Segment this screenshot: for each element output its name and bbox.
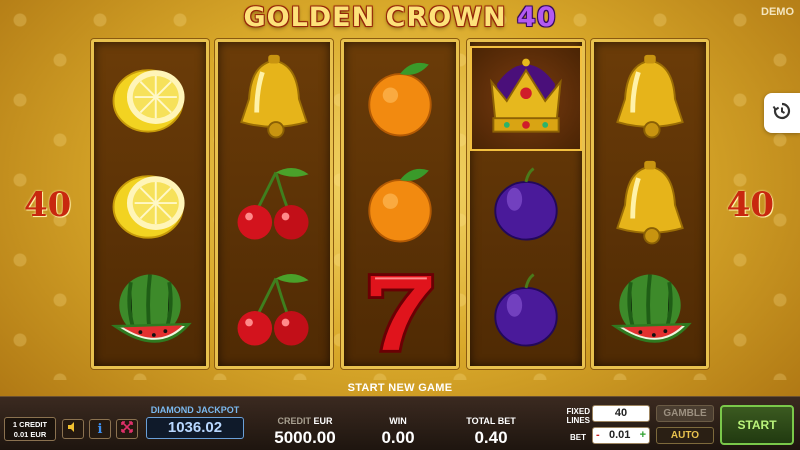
fullscreen-icon [121, 420, 133, 438]
bell-symbol [594, 152, 706, 257]
payline-count-right: 40 [726, 185, 774, 225]
credit-label-text: CREDIT [277, 416, 311, 426]
lemon-symbol [94, 46, 206, 151]
plum-symbol [470, 152, 582, 257]
fullscreen-button[interactable] [116, 419, 138, 439]
bell-symbol [218, 46, 330, 151]
reel-2 [215, 39, 333, 369]
history-icon [772, 101, 792, 126]
jackpot-label: DIAMOND JACKPOT [150, 405, 240, 415]
reel-5 [591, 39, 709, 369]
plum-symbol [470, 258, 582, 363]
info-button[interactable]: i [89, 419, 111, 439]
credit-denomination-line2: 0.01 EUR [13, 430, 47, 439]
win-value: 0.00 [381, 428, 415, 447]
autoplay-button[interactable]: AUTO [656, 427, 714, 444]
demo-label: DEMO [761, 6, 794, 18]
game-title: GOLDEN CROWN 40 [0, 2, 800, 33]
bell-symbol [594, 46, 706, 151]
control-panel: 1 CREDIT 0.01 EUR i DIAMOND JACKPOT 1036… [0, 396, 800, 450]
credit-denomination-line1: 1 CREDIT [12, 420, 48, 429]
info-icon: i [97, 421, 103, 437]
crown-symbol [470, 46, 582, 151]
fixed-lines-label: FIXED LINES [560, 407, 590, 425]
credit-value: 5000.00 [274, 428, 336, 447]
fixed-lines-label-line1: FIXED [566, 407, 590, 416]
bet-increase-button[interactable]: + [640, 428, 646, 443]
game-title-main: GOLDEN CROWN [243, 2, 507, 33]
cherries-symbol [218, 258, 330, 363]
reel-1 [91, 39, 209, 369]
payline-count-left: 40 [24, 185, 72, 225]
bet-decrease-button[interactable]: - [596, 428, 600, 443]
credit-denomination[interactable]: 1 CREDIT 0.01 EUR [4, 417, 56, 441]
total-bet-label: TOTAL BET [466, 416, 516, 426]
watermelon-symbol [594, 258, 706, 363]
win-label: WIN [389, 416, 407, 426]
orange-symbol [344, 152, 456, 257]
seven-symbol [344, 258, 456, 363]
start-button[interactable]: START [720, 405, 794, 445]
orange-symbol [344, 46, 456, 151]
game-title-number: 40 [516, 2, 557, 33]
bet-selector[interactable]: - 0.01 + [592, 427, 650, 444]
history-button[interactable] [764, 93, 800, 133]
reel-3 [341, 39, 459, 369]
lemon-symbol [94, 152, 206, 257]
gamble-button[interactable]: GAMBLE [656, 405, 714, 422]
reel-4 [467, 39, 585, 369]
fixed-lines-value: 40 [592, 405, 650, 422]
credit-label: CREDIT EUR [268, 416, 342, 426]
bet-label: BET [570, 433, 586, 442]
credit-currency: EUR [313, 416, 333, 426]
fixed-lines-label-line2: LINES [566, 416, 590, 425]
speaker-icon [67, 420, 79, 438]
watermelon-symbol [94, 258, 206, 363]
jackpot-value: 1036.02 [146, 417, 244, 439]
game-status-message: START NEW GAME [347, 382, 453, 394]
sound-button[interactable] [62, 419, 84, 439]
cherries-symbol [218, 152, 330, 257]
total-bet-value: 0.40 [474, 428, 508, 447]
bet-value: 0.01 [609, 429, 631, 441]
